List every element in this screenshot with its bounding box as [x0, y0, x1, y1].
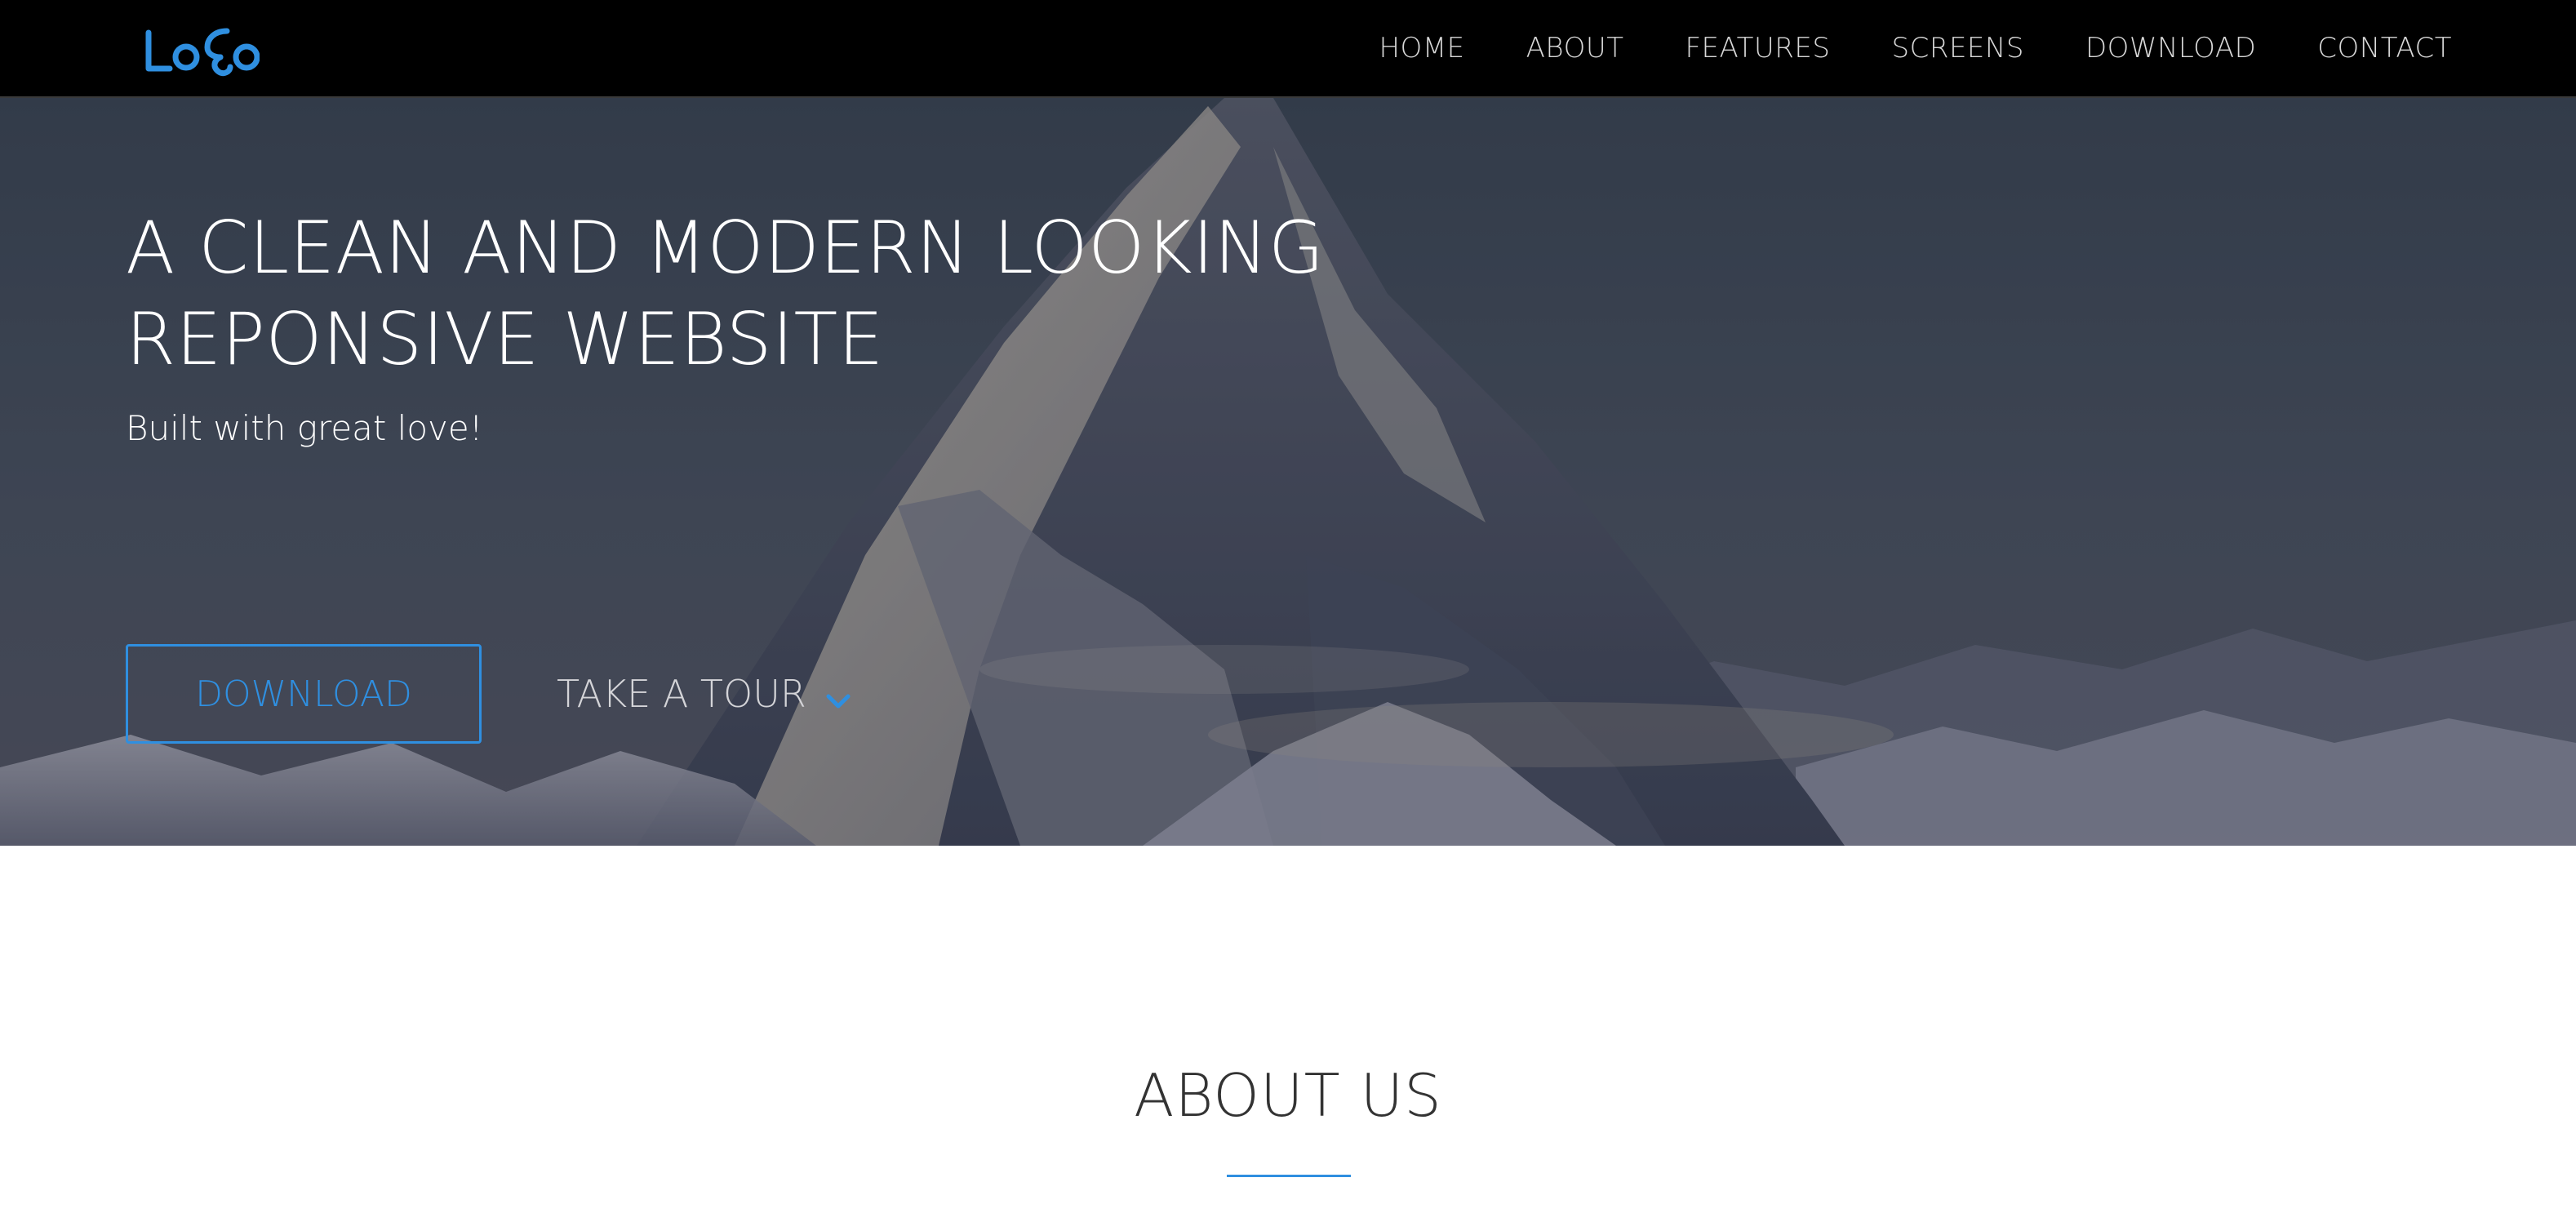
top-navbar: HOME ABOUT FEATURES SCREENS DOWNLOAD CON…	[0, 0, 2576, 98]
hero-section: A CLEAN AND MODERN LOOKING REPONSIVE WEB…	[0, 98, 2576, 846]
download-button[interactable]: DOWNLOAD	[126, 644, 482, 744]
main-nav: HOME ABOUT FEATURES SCREENS DOWNLOAD CON…	[1379, 0, 2452, 96]
hero-title-line-1: A CLEAN AND MODERN LOOKING	[126, 206, 1325, 290]
chevron-down-icon	[824, 680, 852, 709]
hero-title-line-2: REPONSIVE WEBSITE	[126, 297, 884, 381]
take-a-tour-label: TAKE A TOUR	[557, 672, 806, 716]
hero-subtitle: Built with great love!	[126, 408, 483, 448]
about-title: ABOUT US	[1134, 1061, 1442, 1130]
nav-features[interactable]: FEATURES	[1685, 32, 1830, 64]
nav-about[interactable]: ABOUT	[1526, 32, 1624, 64]
nav-contact[interactable]: CONTACT	[2317, 32, 2452, 64]
nav-screens[interactable]: SCREENS	[1892, 32, 2024, 64]
brand-logo[interactable]	[145, 21, 260, 80]
hero-title: A CLEAN AND MODERN LOOKING REPONSIVE WEB…	[126, 202, 1513, 385]
take-a-tour-link[interactable]: TAKE A TOUR	[557, 644, 852, 744]
about-divider	[1227, 1175, 1351, 1177]
nav-home[interactable]: HOME	[1379, 32, 1464, 64]
nav-download[interactable]: DOWNLOAD	[2085, 32, 2256, 64]
logo-mark	[145, 28, 260, 77]
